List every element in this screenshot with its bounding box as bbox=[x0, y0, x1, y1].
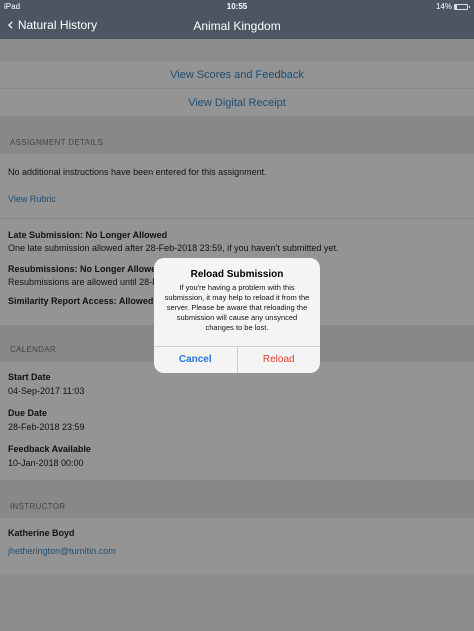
cancel-button[interactable]: Cancel bbox=[154, 347, 238, 373]
resubmissions-text: Resubmissions are allowed until 28-F bbox=[8, 277, 158, 287]
late-submission-text: One late submission allowed after 28-Feb… bbox=[8, 243, 339, 253]
instructions-text: No additional instructions have been ent… bbox=[8, 167, 267, 177]
section-header-assignment-details: ASSIGNMENT DETAILS bbox=[0, 117, 474, 154]
view-scores-button[interactable]: View Scores and Feedback bbox=[0, 61, 474, 89]
calendar-label-feedback: Feedback Available bbox=[8, 444, 91, 454]
dialog-buttons: Cancel Reload bbox=[154, 346, 320, 373]
instructor-panel: Katherine Boyd jhetherington@turnitin.co… bbox=[0, 518, 474, 574]
battery-icon bbox=[454, 3, 470, 10]
status-time: 10:55 bbox=[226, 2, 248, 11]
similarity-access-title: Similarity Report Access: Allowed bbox=[8, 296, 154, 306]
instructor-email-link[interactable]: jhetherington@turnitin.com bbox=[8, 546, 116, 556]
page-title: Animal Kingdom bbox=[193, 19, 281, 33]
calendar-label-start: Start Date bbox=[8, 372, 51, 382]
late-submission-title: Late Submission: No Longer Allowed bbox=[8, 230, 168, 240]
instructor-name: Katherine Boyd bbox=[8, 528, 75, 538]
battery-status: 14% bbox=[435, 2, 470, 11]
calendar-value-feedback: 10-Jan-2018 00:00 bbox=[8, 458, 84, 468]
nav-bar: ‹ Natural History Animal Kingdom bbox=[0, 13, 474, 39]
resubmissions-title: Resubmissions: No Longer Allowed bbox=[8, 264, 162, 274]
view-receipt-button[interactable]: View Digital Receipt bbox=[0, 89, 474, 117]
reload-submission-dialog: Reload Submission If you're having a pro… bbox=[154, 258, 320, 373]
view-rubric-link[interactable]: View Rubric bbox=[8, 194, 56, 204]
status-bar: iPad 10:55 14% bbox=[0, 0, 474, 13]
calendar-value-due: 28-Feb-2018 23:59 bbox=[8, 422, 85, 432]
calendar-panel: Start Date 04-Sep-2017 11:03 Due Date 28… bbox=[0, 362, 474, 480]
battery-percent: 14% bbox=[435, 2, 452, 11]
dialog-message: If you're having a problem with this sub… bbox=[164, 283, 310, 332]
calendar-value-start: 04-Sep-2017 11:03 bbox=[8, 386, 85, 396]
reload-button[interactable]: Reload bbox=[238, 347, 321, 373]
calendar-label-due: Due Date bbox=[8, 408, 48, 418]
section-header-instructor: INSTRUCTOR bbox=[0, 480, 474, 518]
dialog-title: Reload Submission bbox=[190, 269, 284, 280]
